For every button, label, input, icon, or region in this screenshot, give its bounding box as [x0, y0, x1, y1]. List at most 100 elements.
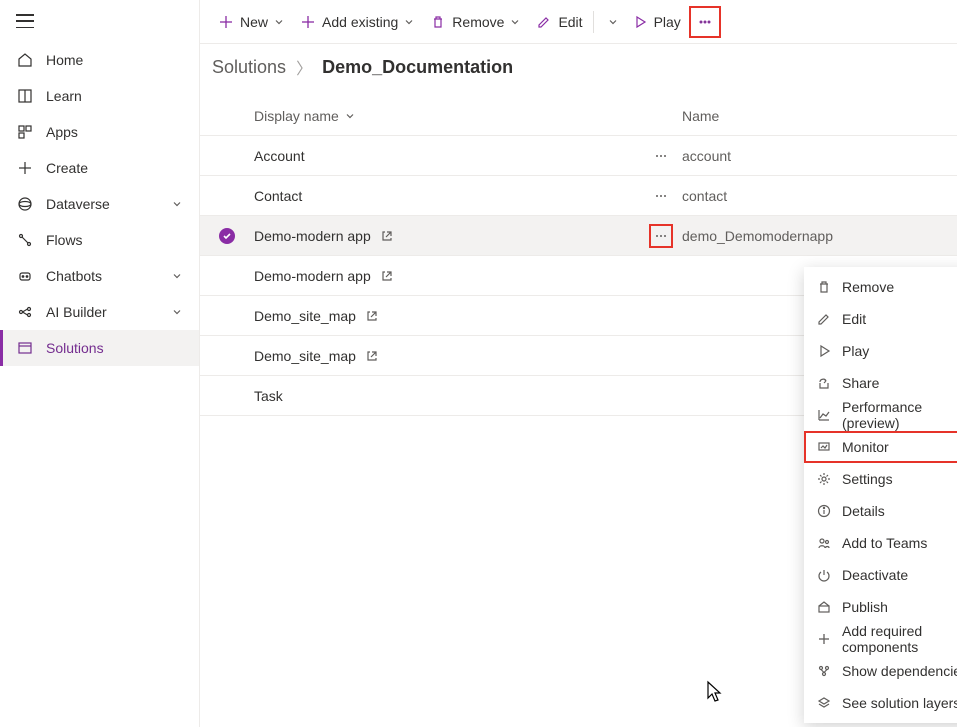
sidebar-item-solutions[interactable]: Solutions	[0, 330, 199, 366]
new-button[interactable]: New	[210, 6, 292, 38]
row-select[interactable]	[200, 228, 254, 244]
publish-icon	[816, 599, 832, 615]
row-display-name[interactable]: Account	[254, 148, 305, 164]
row-display-name[interactable]: Demo-modern app	[254, 268, 371, 284]
context-menu-item-monitor[interactable]: Monitor	[804, 431, 957, 463]
context-menu-item-see-solution-layers[interactable]: See solution layers	[804, 687, 957, 719]
hamburger-button[interactable]	[0, 0, 199, 38]
context-menu-item-add-required-components[interactable]: Add required components	[804, 623, 957, 655]
more-icon	[697, 14, 713, 30]
context-menu-item-details[interactable]: Details	[804, 495, 957, 527]
sidebar-item-learn[interactable]: Learn	[0, 78, 199, 114]
context-menu-item-edit[interactable]: Edit	[804, 303, 957, 335]
row-more-button[interactable]	[651, 186, 671, 206]
sidebar-item-dataverse[interactable]: Dataverse	[0, 186, 199, 222]
sidebar-item-label: Flows	[46, 232, 183, 248]
sidebar-item-label: Apps	[46, 124, 183, 140]
row-display-name[interactable]: Task	[254, 388, 283, 404]
table-row[interactable]: Demo-modern app demo_Demomodernapp	[200, 216, 957, 256]
play-icon	[632, 14, 648, 30]
pencil-icon	[816, 311, 832, 327]
table-row[interactable]: Account account	[200, 136, 957, 176]
context-menu-item-label: Share	[842, 375, 957, 391]
external-link-icon	[366, 310, 378, 322]
chevron-down-icon	[171, 306, 183, 318]
context-menu-item-publish[interactable]: Publish	[804, 591, 957, 623]
context-menu-item-performance-preview-[interactable]: Performance (preview)	[804, 399, 957, 431]
context-menu-item-label: Play	[842, 343, 957, 359]
context-menu-item-label: Add required components	[842, 623, 957, 655]
hamburger-icon	[16, 14, 34, 28]
context-menu-item-label: Monitor	[842, 439, 957, 455]
plus-icon	[300, 14, 316, 30]
row-display-name[interactable]: Demo_site_map	[254, 348, 356, 364]
teams-icon	[816, 535, 832, 551]
remove-button[interactable]: Remove	[422, 6, 528, 38]
info-icon	[816, 503, 832, 519]
plus-icon	[816, 631, 832, 647]
plus-icon	[16, 159, 34, 177]
sidebar-item-ai-builder[interactable]: AI Builder	[0, 294, 199, 330]
row-display-name[interactable]: Demo-modern app	[254, 228, 371, 244]
check-icon	[219, 228, 235, 244]
column-header-display-name[interactable]: Display name	[254, 108, 644, 124]
context-menu-item-add-to-teams[interactable]: Add to Teams	[804, 527, 957, 559]
context-menu-item-play[interactable]: Play	[804, 335, 957, 367]
row-name: contact	[678, 188, 957, 204]
add-existing-button[interactable]: Add existing	[292, 6, 422, 38]
context-menu-item-deactivate[interactable]: Deactivate	[804, 559, 957, 591]
chevron-down-icon	[274, 17, 284, 27]
command-bar: New Add existing Remove Edit Play	[200, 0, 957, 44]
context-menu-item-label: Show dependencies	[842, 663, 957, 679]
ai-icon	[16, 303, 34, 321]
sidebar-item-chatbots[interactable]: Chatbots	[0, 258, 199, 294]
sidebar-item-flows[interactable]: Flows	[0, 222, 199, 258]
cmd-label: Add existing	[322, 14, 398, 30]
sidebar-item-apps[interactable]: Apps	[0, 114, 199, 150]
power-icon	[816, 567, 832, 583]
breadcrumb-root[interactable]: Solutions	[212, 57, 286, 78]
book-icon	[16, 87, 34, 105]
column-header-name[interactable]: Name	[678, 108, 957, 124]
chevron-down-icon	[171, 198, 183, 210]
row-name: account	[678, 148, 957, 164]
sidebar-item-create[interactable]: Create	[0, 150, 199, 186]
trash-icon	[430, 14, 446, 30]
context-menu-item-share[interactable]: Share	[804, 367, 957, 399]
chevron-down-icon	[404, 17, 414, 27]
sidebar-item-label: Learn	[46, 88, 183, 104]
chevron-down-icon	[608, 17, 618, 27]
context-menu-item-label: Add to Teams	[842, 535, 957, 551]
row-display-name[interactable]: Demo_site_map	[254, 308, 356, 324]
cmd-label: New	[240, 14, 268, 30]
play-button[interactable]: Play	[624, 6, 689, 38]
cmd-label: Remove	[452, 14, 504, 30]
context-menu-item-settings[interactable]: Settings	[804, 463, 957, 495]
context-menu: RemoveEdit Play Share Performance (preview)…	[804, 267, 957, 723]
more-commands-button[interactable]	[689, 6, 721, 38]
sidebar-item-label: Chatbots	[46, 268, 171, 284]
edit-button[interactable]: Edit	[528, 6, 590, 38]
context-menu-item-label: Performance (preview)	[842, 399, 957, 431]
solutions-icon	[16, 339, 34, 357]
chart-icon	[816, 407, 832, 423]
row-display-name[interactable]: Contact	[254, 188, 302, 204]
chevron-down-icon	[345, 111, 355, 121]
sidebar-item-label: Home	[46, 52, 183, 68]
context-menu-item-show-dependencies[interactable]: Show dependencies	[804, 655, 957, 687]
home-icon	[16, 51, 34, 69]
context-menu-item-remove[interactable]: Remove	[804, 271, 957, 303]
row-more-button[interactable]	[651, 146, 671, 166]
cursor-icon	[706, 680, 724, 704]
sidebar-item-label: Create	[46, 160, 183, 176]
sidebar-item-home[interactable]: Home	[0, 42, 199, 78]
edit-dropdown-button[interactable]	[596, 6, 624, 38]
plus-icon	[218, 14, 234, 30]
apps-icon	[16, 123, 34, 141]
context-menu-item-label: Deactivate	[842, 567, 957, 583]
table-row[interactable]: Contact contact	[200, 176, 957, 216]
row-more-button[interactable]	[649, 224, 673, 248]
separator	[593, 11, 594, 33]
table-header: Display name Name	[200, 96, 957, 136]
row-name: demo_Demomodernapp	[678, 228, 957, 244]
